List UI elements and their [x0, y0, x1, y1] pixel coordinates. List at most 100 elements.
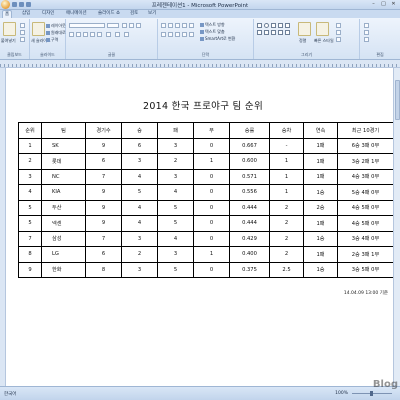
table-cell: 2승	[303, 199, 338, 216]
text-align-button[interactable]: 텍스트 맞춤	[200, 29, 225, 35]
increase-indent-icon[interactable]	[182, 23, 187, 28]
strikethrough-icon[interactable]	[90, 32, 95, 37]
columns-icon[interactable]	[189, 32, 194, 37]
table-cell: 1패	[303, 215, 338, 232]
table-cell: 9	[85, 184, 122, 201]
zoom-slider[interactable]	[352, 391, 392, 396]
shape-fill-icon[interactable]	[336, 23, 341, 28]
table-cell: 0	[193, 230, 230, 247]
tab-design[interactable]: 디자인	[40, 10, 56, 18]
align-right-icon[interactable]	[175, 32, 180, 37]
table-cell: 9	[85, 137, 122, 154]
arrow-shape-icon[interactable]	[278, 23, 283, 28]
align-center-icon[interactable]	[168, 32, 173, 37]
status-bar: 한국어 100%	[0, 386, 400, 400]
tab-home[interactable]: 홈	[2, 10, 13, 18]
table-cell: KIA	[41, 184, 86, 201]
format-painter-icon[interactable]	[20, 37, 25, 42]
table-cell: 3	[157, 137, 194, 154]
cut-icon[interactable]	[20, 23, 25, 28]
scrollbar-thumb[interactable]	[395, 80, 400, 120]
table-cell: 3	[121, 153, 158, 170]
select-icon[interactable]	[364, 37, 369, 42]
tab-review[interactable]: 검토	[128, 10, 140, 18]
copy-icon[interactable]	[20, 30, 25, 35]
change-case-icon[interactable]	[115, 32, 120, 37]
rounded-rect-shape-icon[interactable]	[264, 30, 269, 35]
tab-slideshow[interactable]: 슬라이드 쇼	[96, 10, 122, 18]
grow-font-icon[interactable]	[122, 23, 127, 28]
rectangle-shape-icon[interactable]	[257, 23, 262, 28]
table-row: 5 넥센 9 4 5 0 0.444 2 1패 4승 5패 0무	[18, 215, 394, 232]
justify-icon[interactable]	[182, 32, 187, 37]
shape-outline-icon[interactable]	[336, 30, 341, 35]
find-icon[interactable]	[364, 23, 369, 28]
table-cell: SK	[41, 137, 86, 154]
numbering-icon[interactable]	[168, 23, 173, 28]
more-shapes-icon[interactable]	[285, 30, 290, 35]
replace-icon[interactable]	[364, 30, 369, 35]
minimize-button[interactable]: –	[369, 1, 378, 8]
table-row: 8 LG 6 2 3 1 0.400 2 1패 2승 3패 1무	[18, 246, 394, 263]
table-cell: 2	[18, 153, 42, 170]
shadow-icon[interactable]	[97, 32, 102, 37]
align-left-icon[interactable]	[161, 32, 166, 37]
text-direction-button[interactable]: 텍스트 방향	[200, 22, 225, 28]
char-spacing-icon[interactable]	[106, 32, 111, 37]
table-cell: 2	[157, 153, 194, 170]
standings-table[interactable]: 순위 팀 경기수 승 패 무 승률 승차 연속 최근 10경기 1 SK 9 6 3 0 0…	[18, 122, 394, 278]
clear-format-icon[interactable]	[136, 23, 141, 28]
maximize-button[interactable]: □	[379, 1, 388, 8]
section-icon	[46, 38, 50, 42]
zoom-slider-knob[interactable]	[370, 391, 373, 396]
reset-button[interactable]: 원래대로	[46, 30, 66, 36]
table-cell: 삼성	[41, 230, 86, 247]
table-cell: 0.444	[229, 199, 270, 216]
smartart-button[interactable]: SmartArt로 변환	[200, 36, 235, 42]
arrange-button[interactable]	[298, 22, 311, 36]
table-cell: 3	[121, 261, 158, 278]
language-indicator[interactable]: 한국어	[4, 391, 16, 397]
shrink-font-icon[interactable]	[129, 23, 134, 28]
close-button[interactable]: ✕	[389, 1, 398, 8]
zoom-level[interactable]: 100%	[335, 391, 348, 396]
quick-styles-button[interactable]	[316, 22, 329, 36]
slide-title[interactable]: 2014 한국 프로야구 팀 순위	[6, 98, 400, 112]
table-cell: 0.600	[229, 153, 270, 170]
vertical-scrollbar[interactable]	[393, 68, 400, 386]
group-label-paragraph: 단락	[201, 52, 210, 57]
paste-button[interactable]	[3, 22, 16, 36]
slide-canvas[interactable]: 2014 한국 프로야구 팀 순위 순위 팀 경기수 승 패 무 승률 승차 연…	[6, 68, 400, 386]
oval-shape-icon[interactable]	[264, 23, 269, 28]
font-color-icon[interactable]	[124, 32, 129, 37]
triangle-shape-icon[interactable]	[285, 23, 290, 28]
bullets-icon[interactable]	[161, 23, 166, 28]
new-slide-button[interactable]	[32, 22, 45, 36]
group-drawing: 정렬 빠른 스타일 그리기	[254, 19, 360, 59]
header-cell: 승률	[229, 122, 270, 139]
layout-button[interactable]: 레이아웃	[46, 23, 66, 29]
table-cell: 6	[85, 246, 122, 263]
shape-effects-icon[interactable]	[336, 37, 341, 42]
paste-label: 붙여넣기	[1, 38, 16, 43]
callout-shape-icon[interactable]	[278, 30, 283, 35]
tab-insert[interactable]: 삽입	[20, 10, 32, 18]
table-cell: 3	[157, 168, 194, 185]
group-label-font: 글꼴	[107, 52, 116, 57]
line-shape-icon[interactable]	[271, 23, 276, 28]
star-shape-icon[interactable]	[271, 30, 276, 35]
textbox-shape-icon[interactable]	[257, 30, 262, 35]
table-cell: 5승 4패 0무	[337, 184, 394, 201]
bold-icon[interactable]	[69, 32, 74, 37]
italic-icon[interactable]	[76, 32, 81, 37]
decrease-indent-icon[interactable]	[175, 23, 180, 28]
font-name-dropdown[interactable]	[69, 23, 105, 28]
font-size-dropdown[interactable]	[107, 23, 119, 28]
tab-view[interactable]: 보기	[146, 10, 158, 18]
tab-animations[interactable]: 애니메이션	[64, 10, 89, 18]
table-cell: 6	[85, 153, 122, 170]
section-button[interactable]: 구역	[46, 37, 58, 43]
line-spacing-icon[interactable]	[189, 23, 194, 28]
underline-icon[interactable]	[83, 32, 88, 37]
table-cell: 0.444	[229, 215, 270, 232]
